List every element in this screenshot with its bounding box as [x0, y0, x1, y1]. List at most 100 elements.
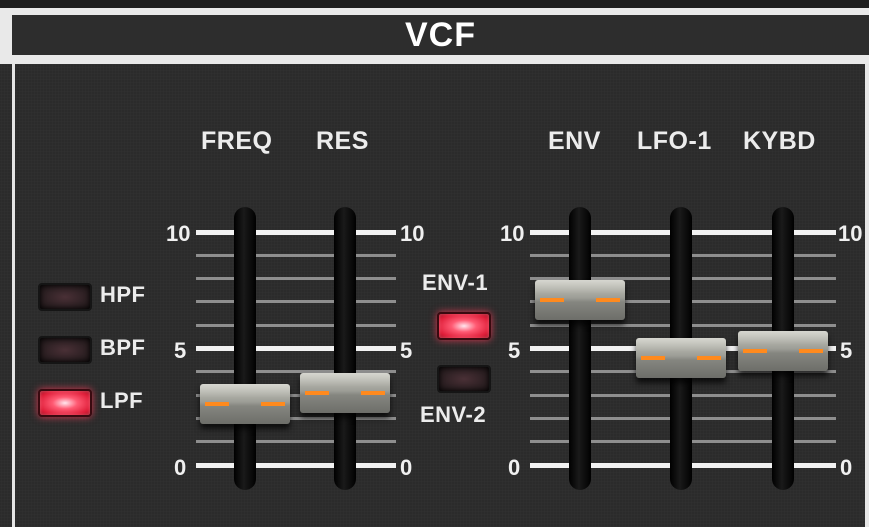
scale-tick-minor — [256, 277, 334, 281]
scale-tick-minor — [794, 253, 836, 257]
slider-label-env: ENV — [548, 127, 601, 155]
scale-tick-minor — [256, 440, 334, 444]
scale-label-mid: 5 — [174, 338, 187, 363]
lpf-button[interactable] — [38, 389, 92, 417]
hpf-label: HPF — [100, 282, 146, 307]
scale-tick-minor — [530, 323, 569, 327]
scale-tick-minor — [530, 416, 569, 420]
scale-tick-major — [530, 462, 569, 468]
env-slider-track[interactable] — [569, 207, 591, 490]
scale-tick-major — [794, 462, 836, 468]
scale-tick-minor — [356, 277, 396, 281]
kybd-slider-handle[interactable] — [738, 330, 828, 371]
hpf-button[interactable] — [38, 283, 92, 311]
scale-tick-minor — [530, 393, 569, 397]
scale-tick-minor — [794, 393, 836, 397]
scale-tick-minor — [196, 253, 234, 257]
scale-label-min: 0 — [174, 455, 187, 480]
module-header-bar: VCF — [12, 15, 869, 55]
bpf-button[interactable] — [38, 336, 92, 364]
scale-tick-minor — [794, 300, 836, 304]
vcf-panel: VCF FREQ RES ENV LFO-1 KYBD 10 5 0 10 5 … — [0, 0, 869, 527]
scale-tick-major — [692, 462, 772, 468]
scale-tick-major — [196, 462, 234, 468]
scale-label-mid: 5 — [400, 338, 413, 363]
slider-label-res: RES — [316, 127, 369, 155]
scale-tick-major — [591, 462, 670, 468]
scale-tick-minor — [530, 253, 569, 257]
scale-tick-major — [692, 229, 772, 235]
module-title: VCF — [405, 15, 476, 54]
scale-tick-major — [356, 229, 396, 235]
scale-tick-minor — [591, 253, 670, 257]
scale-tick-major — [591, 229, 670, 235]
frame-left-border — [12, 64, 15, 527]
slider-label-freq: FREQ — [201, 127, 273, 155]
module-header: VCF — [0, 8, 869, 64]
scale-tick-minor — [256, 323, 334, 327]
scale-label-max: 10 — [400, 221, 425, 246]
env-1-button[interactable] — [437, 312, 491, 340]
scale-tick-minor — [591, 440, 670, 444]
scale-tick-minor — [692, 277, 772, 281]
scale-tick-minor — [591, 323, 670, 327]
scale-label-mid: 5 — [840, 338, 853, 363]
scale-tick-minor — [356, 300, 396, 304]
scale-tick-minor — [256, 300, 334, 304]
scale-tick-minor — [591, 416, 670, 420]
scale-tick-major — [530, 346, 569, 351]
freq-slider-track[interactable] — [234, 207, 256, 490]
env-2-label: ENV-2 — [420, 402, 487, 427]
scale-label-max: 10 — [838, 221, 863, 246]
handle-indicator-line — [305, 390, 385, 395]
scale-tick-minor — [692, 416, 772, 420]
scale-label-mid: 5 — [508, 338, 521, 363]
scale-tick-minor — [794, 277, 836, 281]
scale-label-max: 10 — [166, 221, 191, 246]
scale-tick-minor — [794, 440, 836, 444]
slider-label-kybd: KYBD — [743, 127, 816, 155]
lfo-1-slider-handle[interactable] — [636, 337, 726, 378]
scale-label-max: 10 — [500, 221, 525, 246]
env-slider-handle[interactable] — [535, 279, 625, 320]
bpf-label: BPF — [100, 335, 146, 360]
scale-tick-major — [196, 229, 234, 235]
scale-tick-minor — [356, 253, 396, 257]
scale-tick-minor — [692, 323, 772, 327]
scale-tick-minor — [692, 253, 772, 257]
scale-label-min: 0 — [840, 455, 853, 480]
scale-tick-minor — [794, 416, 836, 420]
env-1-label: ENV-1 — [422, 270, 489, 295]
scale-tick-minor — [591, 393, 670, 397]
scale-tick-major — [256, 346, 334, 351]
frame-right-border — [865, 64, 869, 527]
scale-tick-minor — [196, 277, 234, 281]
slider-label-lfo-1: LFO-1 — [637, 127, 712, 155]
handle-indicator-line — [641, 355, 721, 360]
env-2-button[interactable] — [437, 365, 491, 393]
scale-tick-minor — [692, 393, 772, 397]
res-slider-handle[interactable] — [300, 372, 390, 413]
scale-tick-major — [794, 229, 836, 235]
scale-tick-minor — [196, 323, 234, 327]
scale-tick-minor — [794, 323, 836, 327]
scale-tick-minor — [356, 323, 396, 327]
handle-indicator-line — [205, 402, 285, 407]
res-slider-track[interactable] — [334, 207, 356, 490]
scale-tick-minor — [356, 416, 396, 420]
handle-indicator-line — [743, 348, 823, 353]
scale-tick-minor — [530, 440, 569, 444]
handle-indicator-line — [540, 297, 620, 302]
scale-tick-major — [356, 346, 396, 351]
scale-tick-minor — [692, 300, 772, 304]
scale-tick-major — [256, 462, 334, 468]
top-strip — [0, 0, 869, 8]
freq-slider-handle[interactable] — [200, 384, 290, 425]
scale-label-min: 0 — [508, 455, 521, 480]
scale-tick-minor — [196, 440, 234, 444]
scale-tick-major — [530, 229, 569, 235]
scale-tick-major — [256, 229, 334, 235]
scale-tick-minor — [256, 253, 334, 257]
scale-tick-minor — [692, 440, 772, 444]
lpf-label: LPF — [100, 388, 144, 413]
